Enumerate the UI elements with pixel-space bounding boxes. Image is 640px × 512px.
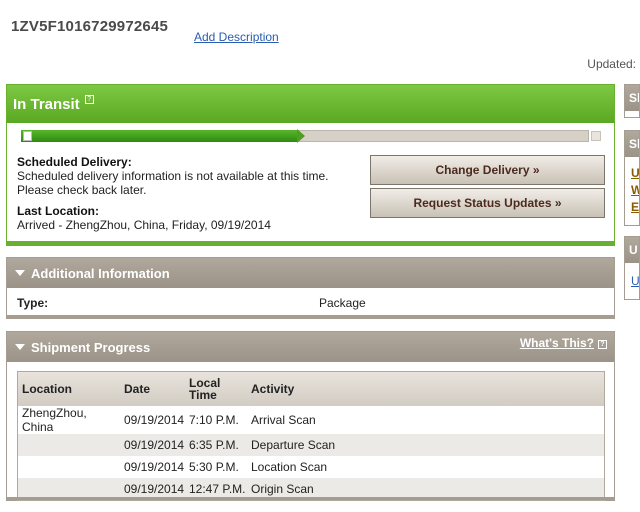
shipment-progress-header[interactable]: Shipment Progress What's This? ? <box>7 332 614 362</box>
column-header-date: Date <box>124 382 151 396</box>
additional-info-panel: Additional Information Type: Package <box>6 257 615 319</box>
column-header-local-time: Local Time <box>189 376 221 402</box>
side-panel-header: Sh <box>625 131 639 157</box>
side-link[interactable]: E <box>625 199 639 216</box>
status-header: In Transit ? <box>7 85 614 123</box>
table-row: 09/19/2014 6:35 P.M. Departure Scan <box>18 434 604 456</box>
side-link[interactable]: U <box>625 273 639 290</box>
change-delivery-button[interactable]: Change Delivery » <box>370 155 605 185</box>
additional-info-header[interactable]: Additional Information <box>7 258 614 288</box>
cell-activity: Location Scan <box>251 460 328 474</box>
updated-label: Updated: <box>587 57 636 71</box>
shipment-progress-title: Shipment Progress <box>31 339 151 355</box>
cell-activity: Arrival Scan <box>251 413 316 427</box>
progress-end-marker <box>591 131 601 141</box>
table-row: 09/19/2014 5:30 P.M. Location Scan <box>18 456 604 478</box>
side-link[interactable]: W <box>625 182 639 199</box>
scheduled-delivery-label: Scheduled Delivery: <box>17 155 132 169</box>
cell-date: 09/19/2014 <box>124 460 185 474</box>
status-panel: In Transit ? Scheduled Delivery: Schedul… <box>6 84 615 246</box>
table-header-row: Location Date Local Time Activity <box>18 372 604 406</box>
cell-location: ZhengZhou, China <box>22 406 87 434</box>
column-header-location: Location <box>22 382 72 396</box>
cell-date: 09/19/2014 <box>124 413 185 427</box>
table-row: ZhengZhou, China 09/19/2014 7:10 P.M. Ar… <box>18 406 604 434</box>
delivery-details: Scheduled Delivery: Scheduled delivery i… <box>17 155 357 232</box>
cell-time: 6:35 P.M. <box>189 438 239 452</box>
collapse-triangle-icon <box>15 344 25 350</box>
type-value: Package <box>319 296 366 310</box>
collapse-triangle-icon <box>15 270 25 276</box>
cell-date: 09/19/2014 <box>124 438 185 452</box>
side-panel-header: U <box>625 237 639 263</box>
progress-bar <box>21 129 601 143</box>
side-link[interactable]: U <box>625 165 639 182</box>
help-icon[interactable]: ? <box>84 94 94 104</box>
progress-start-marker <box>23 131 32 141</box>
last-location-label: Last Location: <box>17 204 100 218</box>
cell-time: 5:30 P.M. <box>189 460 239 474</box>
type-label: Type: <box>17 296 49 310</box>
column-header-activity: Activity <box>251 382 295 396</box>
cell-time: 7:10 P.M. <box>189 413 239 427</box>
additional-info-title: Additional Information <box>31 265 170 281</box>
side-panel-shipment: Sh <box>624 84 640 118</box>
whats-this-link[interactable]: What's This? <box>520 336 594 350</box>
cell-location <box>18 434 120 456</box>
add-description-link[interactable]: Add Description <box>194 30 279 44</box>
last-location-text: Arrived - ZhengZhou, China, Friday, 09/1… <box>17 218 271 232</box>
progress-arrow-icon <box>297 129 305 143</box>
side-panel-header: Sh <box>625 85 639 111</box>
tracking-number: 1ZV5F1016729972645 <box>11 18 169 35</box>
cell-location <box>18 456 120 478</box>
progress-fill <box>21 130 297 142</box>
side-panel-updates: U U <box>624 236 640 300</box>
scheduled-delivery-text: Scheduled delivery information is not av… <box>17 169 329 197</box>
status-title: In Transit <box>13 95 80 113</box>
side-panel-links: Sh U W E <box>624 130 640 226</box>
request-status-updates-button[interactable]: Request Status Updates » <box>370 188 605 218</box>
shipment-progress-table: Location Date Local Time Activity ZhengZ… <box>17 371 605 501</box>
cell-activity: Departure Scan <box>251 438 336 452</box>
shipment-progress-panel: Shipment Progress What's This? ? Locatio… <box>6 331 615 501</box>
help-icon[interactable]: ? <box>598 340 607 349</box>
